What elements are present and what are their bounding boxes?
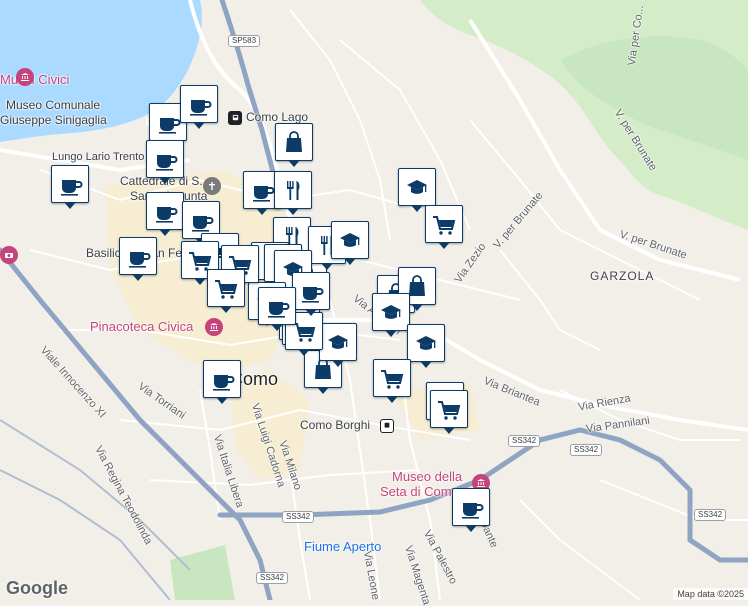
school-marker[interactable] (407, 324, 445, 368)
church-pin-icon[interactable] (203, 177, 221, 195)
cafe-icon (213, 375, 235, 391)
shield-ss342: SS342 (508, 435, 541, 447)
school-icon (407, 180, 427, 194)
cafe-icon (302, 287, 324, 303)
shield-ss342: SS342 (282, 511, 315, 523)
cafe-marker[interactable] (51, 165, 89, 209)
cafe-icon (156, 155, 178, 171)
label-pinacoteca: Pinacoteca Civica (90, 319, 194, 334)
label-giuseppe-sinigaglia: Giuseppe Sinigaglia (0, 113, 107, 127)
school-icon (381, 305, 401, 319)
label-lungo-lario-trento: Lungo Lario Trento (52, 151, 145, 163)
cafe-marker[interactable] (292, 272, 330, 316)
map-canvas[interactable]: Musei Civici Museo Comunale Giuseppe Sin… (0, 0, 748, 606)
train-station-pin-icon[interactable] (380, 419, 394, 433)
label-musei-civici: Musei Civici (0, 72, 70, 87)
cafe-icon (129, 252, 151, 268)
grocery-marker[interactable] (425, 205, 463, 249)
shield-sp583: SP583 (228, 35, 261, 47)
grocery-marker[interactable] (207, 269, 245, 313)
cafe-icon (462, 503, 484, 519)
grocery-icon (215, 280, 238, 299)
shop-icon (286, 131, 302, 152)
cafe-icon (61, 180, 83, 196)
school-marker[interactable] (331, 221, 369, 265)
shield-ss342: SS342 (694, 509, 727, 521)
school-icon (416, 336, 436, 350)
cafe-icon (192, 216, 214, 232)
label-como-lago: Como Lago (246, 110, 309, 124)
google-logo: Google (6, 578, 68, 598)
grocery-marker[interactable] (373, 359, 411, 403)
school-icon (328, 335, 348, 349)
map-attribution: Map data ©2025 (673, 588, 748, 600)
school-marker[interactable] (319, 323, 357, 367)
restaurant-marker[interactable] (274, 171, 312, 215)
cafe-icon (190, 100, 212, 116)
school-marker[interactable] (398, 168, 436, 212)
cafe-marker[interactable] (452, 488, 490, 532)
train-station-pin-icon[interactable] (228, 111, 242, 125)
label-museo-seta-1: Museo della (392, 469, 463, 484)
label-garzola: GARZOLA (590, 269, 655, 283)
museum-pin-icon[interactable] (205, 318, 223, 336)
school-icon (340, 233, 360, 247)
cafe-marker[interactable] (258, 287, 296, 331)
cafe-marker[interactable] (119, 237, 157, 281)
shield-ss342: SS342 (256, 572, 289, 584)
cafe-icon (156, 207, 178, 223)
cafe-marker[interactable] (146, 192, 184, 236)
shield-ss342: SS342 (570, 444, 603, 456)
grocery-icon (433, 216, 456, 235)
restaurant-icon (287, 181, 300, 200)
cafe-icon (253, 186, 275, 202)
grocery-icon (381, 370, 404, 389)
grocery-icon (438, 401, 461, 420)
highway-sp583 (219, 0, 278, 183)
school-marker[interactable] (372, 293, 410, 337)
cafe-icon (159, 118, 181, 134)
label-como-borghi: Como Borghi (300, 418, 371, 432)
museum-pin-icon[interactable] (16, 68, 34, 86)
grocery-marker[interactable] (430, 390, 468, 434)
park-south (170, 545, 235, 600)
camera-pin-icon[interactable] (0, 246, 18, 264)
label-museo-comunale: Museo Comunale (6, 98, 101, 112)
cafe-marker[interactable] (180, 85, 218, 129)
label-museo-seta-2: Seta di Como (380, 484, 459, 499)
shop-marker[interactable] (275, 123, 313, 167)
cafe-icon (268, 302, 290, 318)
cafe-marker[interactable] (146, 140, 184, 184)
cafe-marker[interactable] (203, 360, 241, 404)
